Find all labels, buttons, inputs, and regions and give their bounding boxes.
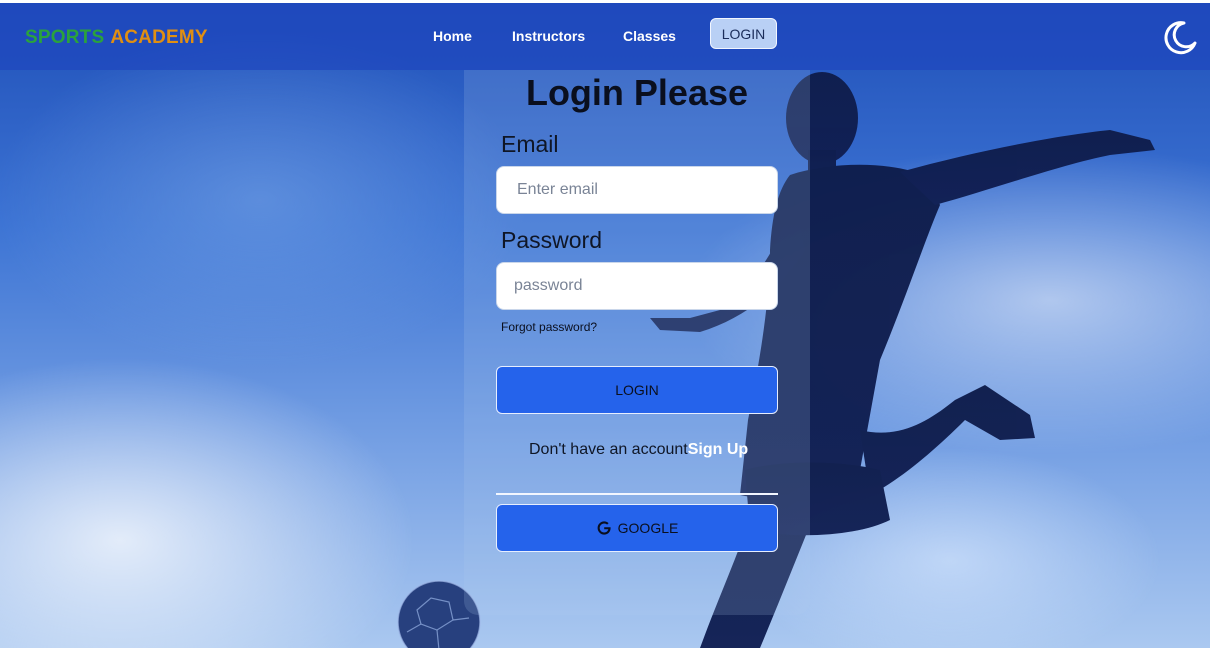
login-button[interactable]: LOGIN xyxy=(496,366,778,414)
no-account-text: Don't have an account xyxy=(529,441,688,458)
nav-link-classes[interactable]: Classes xyxy=(623,28,676,44)
brand-academy: ACADEMY xyxy=(110,27,208,48)
divider xyxy=(496,493,778,495)
nav-link-instructors[interactable]: Instructors xyxy=(512,28,585,44)
forgot-password-link[interactable]: Forgot password? xyxy=(501,320,597,334)
page-title: Login Please xyxy=(525,72,749,113)
email-field[interactable] xyxy=(496,166,778,214)
email-label: Email xyxy=(501,131,559,157)
nav-link-home[interactable]: Home xyxy=(433,28,472,44)
nav-login-button[interactable]: LOGIN xyxy=(710,18,777,49)
google-icon xyxy=(597,521,611,535)
signup-link[interactable]: Sign Up xyxy=(688,441,748,458)
brand-logo[interactable]: SPORTS ACADEMY xyxy=(25,27,208,49)
google-button-label: GOOGLE xyxy=(617,520,679,536)
google-login-button[interactable]: GOOGLE xyxy=(496,504,778,552)
password-field[interactable] xyxy=(496,262,778,310)
brand-sports: SPORTS xyxy=(25,27,105,48)
signup-prompt: Don't have an accountSign Up xyxy=(529,441,748,459)
navbar: SPORTS ACADEMY Home Instructors Classes L… xyxy=(0,3,1210,70)
moon-icon[interactable] xyxy=(1162,19,1198,55)
password-label: Password xyxy=(501,227,602,253)
